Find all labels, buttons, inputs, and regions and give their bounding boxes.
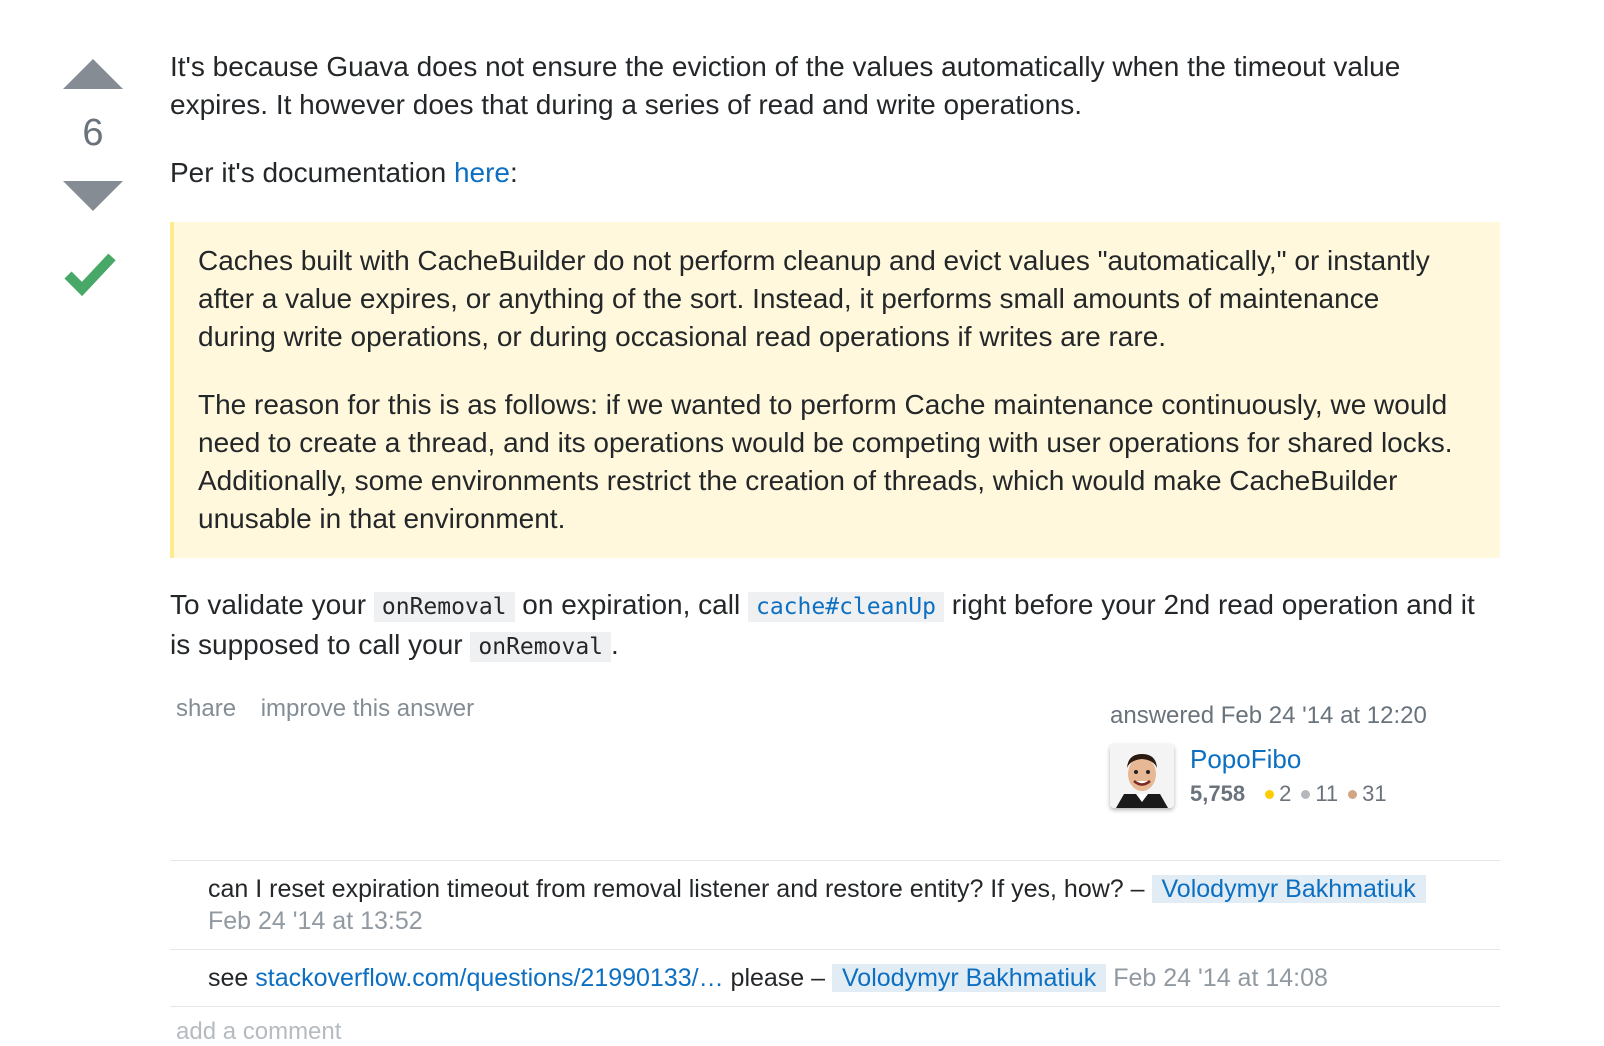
documentation-link[interactable]: here — [454, 157, 510, 188]
paragraph-text: Per it's documentation — [170, 157, 454, 188]
answer-body: It's because Guava does not ensure the e… — [170, 48, 1500, 696]
comment-text: please – — [723, 964, 826, 992]
paragraph-text: . — [611, 629, 619, 660]
comment-date: Feb 24 '14 at 13:52 — [208, 907, 423, 935]
bronze-badge-count: 31 — [1362, 781, 1387, 806]
accepted-check-icon — [64, 253, 116, 297]
reputation-row: 5,758 2 11 31 — [1190, 781, 1387, 807]
user-name-link[interactable]: PopoFibo — [1190, 744, 1301, 774]
comment: can I reset expiration timeout from remo… — [170, 860, 1500, 949]
comment-link[interactable]: stackoverflow.com/questions/21990133/… — [255, 964, 723, 992]
post-menu: share improve this answer — [176, 695, 492, 723]
avatar-image — [1110, 744, 1174, 808]
user-details: PopoFibo 5,758 2 11 31 — [1190, 744, 1387, 808]
comment-text: can I reset expiration timeout from remo… — [208, 875, 1145, 903]
comment-text: see — [208, 964, 256, 992]
answer-paragraph: To validate your onRemoval on expiration… — [170, 586, 1500, 666]
add-comment-link[interactable]: add a comment — [176, 1018, 341, 1046]
user-info-card: answered Feb 24 '14 at 12:20 PopoFibo 5,… — [1110, 702, 1427, 808]
inline-code: onRemoval — [373, 592, 515, 622]
quote-paragraph: The reason for this is as follows: if we… — [198, 389, 1453, 534]
silver-badge-count: 11 — [1315, 781, 1339, 806]
comment: see stackoverflow.com/questions/21990133… — [170, 949, 1500, 1006]
inline-code: onRemoval — [470, 632, 612, 662]
gold-badge-icon — [1265, 789, 1275, 799]
gold-badge-count: 2 — [1279, 781, 1292, 806]
vote-down-arrow-icon[interactable] — [63, 181, 123, 211]
vote-cell: 6 — [60, 55, 126, 308]
improve-answer-link[interactable]: improve this answer — [261, 695, 474, 722]
silver-badge-icon — [1301, 789, 1311, 799]
comments-list: can I reset expiration timeout from remo… — [170, 860, 1500, 1007]
paragraph-text: To validate your — [170, 589, 374, 620]
comment-user-link[interactable]: Volodymyr Bakhmatiuk — [1151, 875, 1426, 903]
share-link[interactable]: share — [176, 695, 236, 722]
documentation-quote: Caches built with CacheBuilder do not pe… — [170, 222, 1500, 558]
comment-user-link[interactable]: Volodymyr Bakhmatiuk — [832, 964, 1107, 992]
answer-paragraph: Per it's documentation here: — [170, 154, 1500, 192]
paragraph-text: : — [509, 157, 518, 188]
vote-up-arrow-icon[interactable] — [63, 59, 123, 89]
reputation-score: 5,758 — [1190, 781, 1246, 806]
quote-paragraph: Caches built with CacheBuilder do not pe… — [198, 245, 1430, 352]
vote-count: 6 — [82, 112, 104, 154]
avatar[interactable] — [1110, 744, 1174, 808]
inline-code-link[interactable]: cache#cleanUp — [747, 592, 944, 622]
bronze-badge-icon — [1348, 789, 1358, 799]
answer-paragraph: It's because Guava does not ensure the e… — [170, 51, 1401, 120]
comment-date: Feb 24 '14 at 14:08 — [1113, 964, 1328, 992]
user-row: PopoFibo 5,758 2 11 31 — [1110, 744, 1427, 808]
paragraph-text: on expiration, call — [514, 589, 748, 620]
answered-time: answered Feb 24 '14 at 12:20 — [1110, 702, 1427, 729]
comments-divider — [170, 1006, 1500, 1007]
